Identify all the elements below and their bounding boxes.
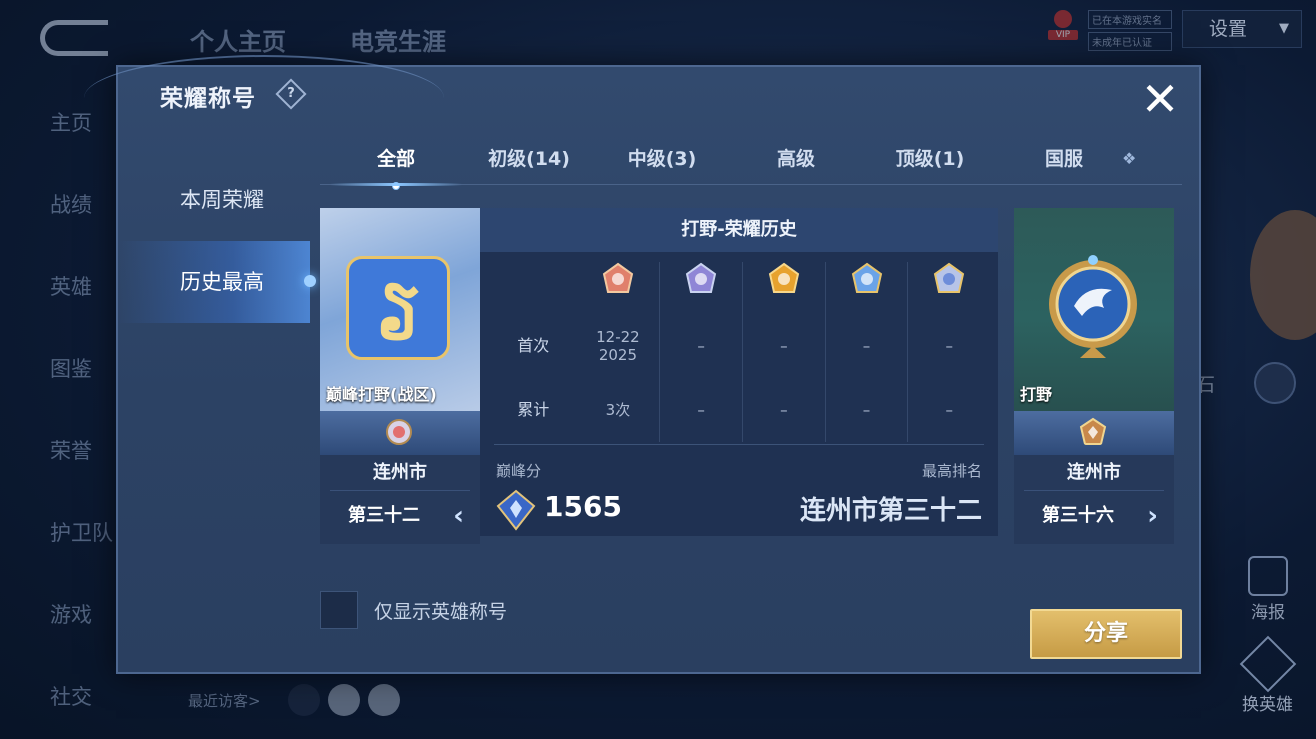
history-cell: – bbox=[659, 314, 742, 378]
auth-line: 已在本游戏实名 bbox=[1088, 10, 1172, 29]
history-cell: – bbox=[824, 378, 908, 442]
tab-national[interactable]: 国服 bbox=[1006, 137, 1122, 184]
rank-value: 第三十二 bbox=[348, 505, 420, 526]
history-cell: – bbox=[741, 314, 825, 378]
tab-all[interactable]: 全部 bbox=[320, 137, 472, 190]
history-cell: – bbox=[741, 378, 825, 442]
tier-tabs: 全部 初级(14) 中级(3) 高级 顶级(1) 国服 ❖ bbox=[320, 137, 1182, 190]
history-cell: – bbox=[659, 378, 742, 442]
history-cell: – bbox=[907, 378, 990, 442]
share-button[interactable]: 分享 bbox=[1030, 609, 1182, 659]
history-row-total: 累计 3次 – – – – bbox=[490, 378, 990, 442]
rank-row: 第三十六 › bbox=[1014, 491, 1174, 541]
modal-title: 荣耀称号 bbox=[160, 86, 256, 112]
cloud-decoration bbox=[84, 55, 444, 141]
chevron-down-icon: ▼ bbox=[1279, 21, 1289, 36]
medal-icon bbox=[659, 262, 742, 314]
orb-icon[interactable] bbox=[1254, 362, 1296, 404]
dragon-emblem-icon: ຽ bbox=[346, 256, 450, 360]
auth-line: 未成年已认证 bbox=[1088, 32, 1172, 51]
title-caption: 打野 bbox=[1020, 385, 1053, 404]
back-button[interactable] bbox=[40, 20, 108, 56]
avatar[interactable] bbox=[328, 684, 360, 716]
vip-icon[interactable]: VIP bbox=[1048, 10, 1078, 44]
avatar[interactable] bbox=[288, 684, 320, 716]
tab-intermediate[interactable]: 中级(3) bbox=[586, 137, 738, 184]
medal-icon bbox=[741, 262, 825, 314]
hero-only-checkbox[interactable] bbox=[320, 591, 358, 629]
row-label: 累计 bbox=[517, 400, 550, 419]
title-caption: 巅峰打野(战区) bbox=[326, 385, 437, 404]
tab-beginner[interactable]: 初级(14) bbox=[472, 137, 586, 184]
medal-icon bbox=[577, 262, 660, 314]
row-label: 首次 bbox=[517, 336, 550, 355]
divider bbox=[494, 444, 984, 445]
rank-plate bbox=[320, 411, 480, 455]
close-button[interactable]: ✕ bbox=[1136, 76, 1184, 125]
tab-advanced[interactable]: 高级 bbox=[738, 137, 854, 184]
best-rank-value: 连州市第三十二 bbox=[799, 496, 982, 526]
side-item-history-best[interactable]: 历史最高 bbox=[118, 241, 316, 323]
auth-badges: 已在本游戏实名 未成年已认证 bbox=[1088, 10, 1172, 54]
avatar[interactable] bbox=[368, 684, 400, 716]
right-title-card[interactable]: 打野 连州市 第三十六 › bbox=[1014, 208, 1174, 544]
history-table: 首次 12-22 2025 – – – – 累计 3次 – – – – bbox=[490, 262, 990, 442]
honor-title-modal: 荣耀称号 ? ✕ 本周荣耀 历史最高 全部 初级(14) 中级(3) 高级 顶级… bbox=[84, 55, 1201, 674]
bg-nav-social[interactable]: 社交 bbox=[0, 664, 150, 739]
rank-value: 第三十六 bbox=[1042, 505, 1114, 526]
history-cell: – bbox=[907, 314, 990, 378]
history-row-first: 首次 12-22 2025 – – – – bbox=[490, 314, 990, 378]
medal-row bbox=[490, 262, 990, 314]
poster-label: 海报 bbox=[1251, 603, 1285, 623]
rank-gem-icon bbox=[386, 419, 412, 445]
swap-hero-button[interactable]: 换英雄 bbox=[1239, 635, 1296, 715]
poster-icon bbox=[1248, 556, 1288, 596]
vip-tag: VIP bbox=[1048, 30, 1078, 40]
side-item-weekly[interactable]: 本周荣耀 bbox=[118, 159, 310, 241]
peak-score-value: 1565 bbox=[544, 490, 622, 523]
bg-tab-esports[interactable]: 电竞生涯 bbox=[350, 22, 446, 57]
honor-history-panel: 打野-荣耀历史 首次 12-22 2025 – – – – 累计 3次 – – … bbox=[480, 208, 998, 536]
rank-gem-icon bbox=[1079, 417, 1107, 445]
city-label: 连州市 bbox=[330, 455, 470, 491]
settings-dropdown[interactable]: 设置 ▼ bbox=[1182, 10, 1302, 48]
medal-icon bbox=[824, 262, 908, 314]
visitor-avatars bbox=[288, 684, 400, 716]
city-label: 连州市 bbox=[1024, 455, 1164, 491]
history-cell: – bbox=[824, 314, 908, 378]
left-title-card[interactable]: ຽ 巅峰打野(战区) 连州市 第三十二 ‹ bbox=[320, 208, 480, 544]
medal-icon bbox=[907, 262, 990, 314]
best-rank-label: 最高排名 bbox=[921, 462, 982, 480]
background-decoration bbox=[1250, 210, 1316, 340]
peak-score-label: 巅峰分 bbox=[496, 462, 542, 480]
chevron-right-icon[interactable]: › bbox=[1147, 491, 1158, 541]
tab-top[interactable]: 顶级(1) bbox=[854, 137, 1006, 184]
swap-hero-label: 换英雄 bbox=[1242, 695, 1293, 715]
background-tabs: 个人主页 电竞生涯 bbox=[190, 22, 446, 57]
settings-label: 设置 bbox=[1209, 18, 1248, 40]
title-art: 打野 bbox=[1014, 208, 1174, 411]
hero-only-label[interactable]: 仅显示英雄称号 bbox=[374, 597, 507, 624]
rank-row: 第三十二 ‹ bbox=[320, 491, 480, 541]
poster-button[interactable]: 海报 bbox=[1248, 556, 1288, 623]
chevron-left-icon[interactable]: ‹ bbox=[453, 491, 464, 541]
bg-tab-profile[interactable]: 个人主页 bbox=[190, 22, 286, 57]
recent-visitors-label[interactable]: 最近访客> bbox=[188, 690, 261, 711]
rank-plate bbox=[1014, 411, 1174, 455]
history-header: 打野-荣耀历史 bbox=[480, 208, 998, 252]
side-nav: 本周荣耀 历史最高 bbox=[118, 159, 316, 323]
jungle-medal-icon bbox=[1049, 255, 1137, 358]
tab-more-icon[interactable]: ❖ bbox=[1122, 137, 1142, 184]
hero-icon bbox=[1239, 635, 1296, 693]
history-cell: 3次 bbox=[605, 401, 631, 419]
peak-badge-icon bbox=[496, 489, 536, 531]
title-art: ຽ 巅峰打野(战区) bbox=[320, 208, 480, 411]
history-cell: 12-22 2025 bbox=[596, 328, 640, 364]
